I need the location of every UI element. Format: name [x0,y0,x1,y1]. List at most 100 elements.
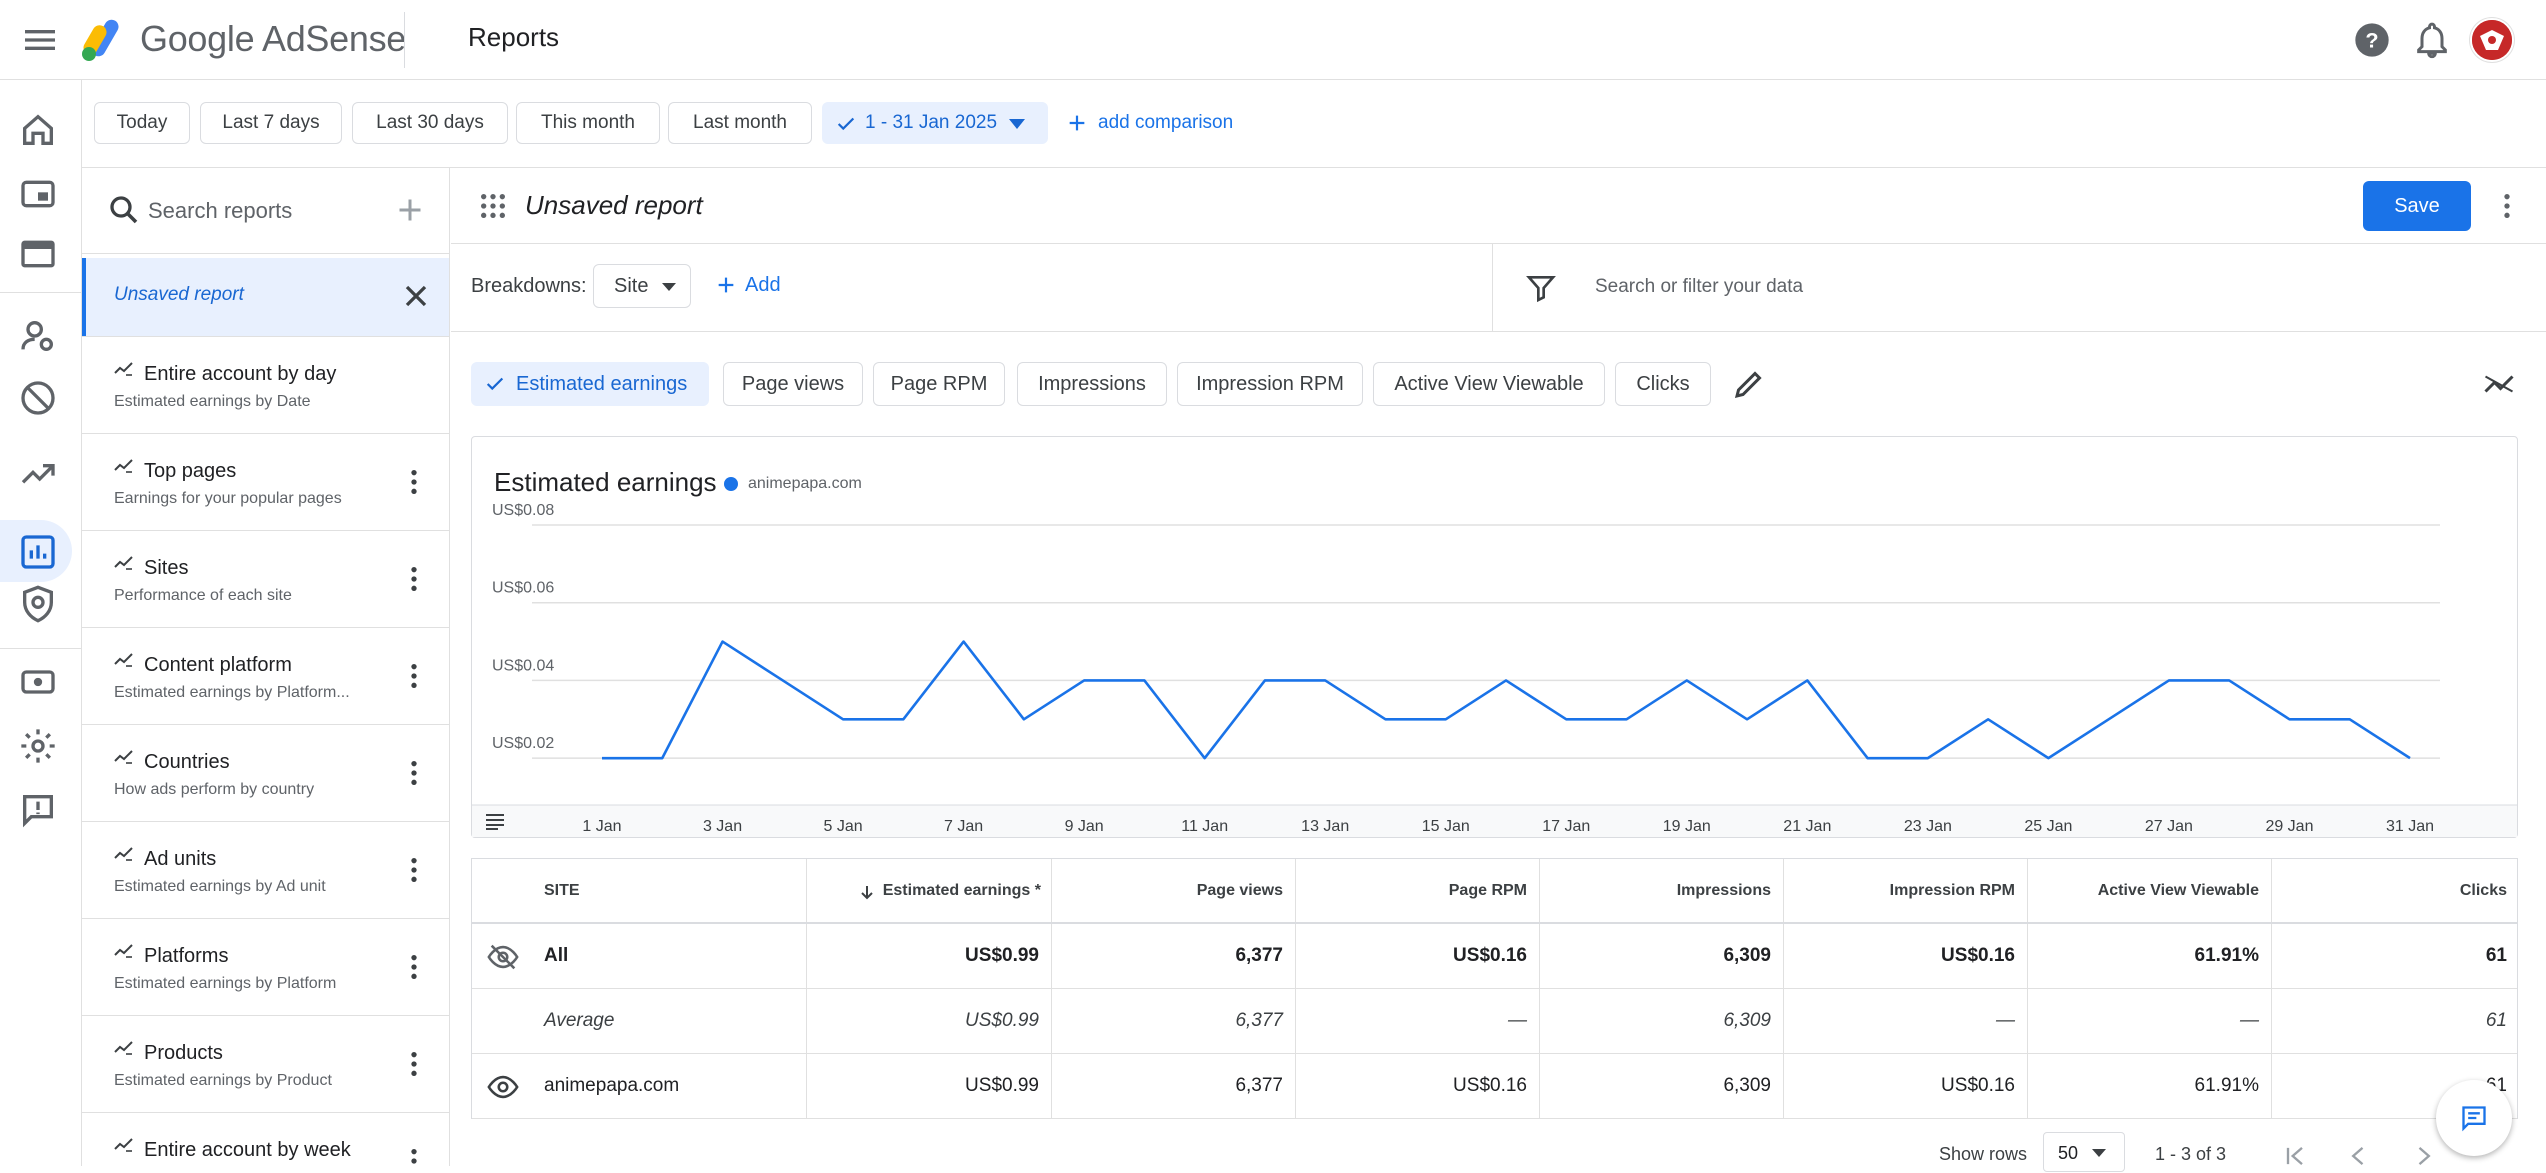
data-point[interactable] [1503,677,1509,683]
data-point[interactable] [720,639,726,645]
metric-chip-impressions[interactable]: Impressions [1017,362,1167,406]
data-point[interactable] [1925,755,1931,761]
metric-chip-impression-rpm[interactable]: Impression RPM [1177,362,1363,406]
date-range-picker[interactable]: 1 - 31 Jan 2025 [822,102,1048,144]
main-menu-icon[interactable] [20,20,60,60]
add-comparison-button[interactable]: add comparison [1062,102,1233,144]
privacy-messaging-icon[interactable] [18,316,58,356]
table-row-total[interactable]: All US$0.99 6,377 US$0.16 6,309 US$0.16 61.91%… [472,924,2517,989]
report-title[interactable]: Unsaved report [525,190,703,221]
metric-chip-active-view-viewable[interactable]: Active View Viewable [1373,362,1605,406]
close-icon[interactable] [398,278,434,314]
filter-input[interactable]: Search or filter your data [1595,276,1803,298]
more-options-icon[interactable] [398,951,430,983]
ads-icon[interactable] [18,174,58,214]
metric-chip-clicks[interactable]: Clicks [1615,362,1711,406]
report-item[interactable]: Products Estimated earnings by Product [82,1015,449,1112]
data-point[interactable] [2226,677,2232,683]
data-point[interactable] [2106,716,2112,722]
add-breakdown-button[interactable]: Add [715,274,781,297]
breakdown-site-dropdown[interactable]: Site [593,264,691,308]
report-item[interactable]: Ad units Estimated earnings by Ad unit [82,821,449,918]
series-line[interactable] [602,640,2411,760]
help-icon[interactable]: ? [2352,20,2392,60]
filter-icon[interactable] [1525,272,1557,304]
new-report-plus-icon[interactable] [392,192,428,228]
data-point[interactable] [1262,677,1268,683]
optimization-icon[interactable] [18,454,58,494]
data-point[interactable] [599,755,605,761]
metric-chip-estimated-earnings[interactable]: Estimated earnings [471,362,709,406]
feedback-icon[interactable] [18,790,58,830]
search-reports[interactable]: Search reports [82,168,449,254]
date-chip-this-month[interactable]: This month [516,102,660,144]
blocking-controls-icon[interactable] [18,378,58,418]
chart-toggle-icon[interactable] [2479,366,2519,402]
data-point[interactable] [1563,716,1569,722]
data-point[interactable] [1322,677,1328,683]
data-point[interactable] [1684,677,1690,683]
more-options-icon[interactable] [2491,188,2523,224]
avatar[interactable] [2470,18,2514,62]
more-options-icon[interactable] [398,466,430,498]
data-point[interactable] [2347,716,2353,722]
table-row-average[interactable]: Average US$0.99 6,377—6,309— —61 [472,989,2517,1054]
report-item[interactable]: Content platform Estimated earnings by Pl… [82,627,449,724]
report-item[interactable]: Top pages Earnings for your popular pages [82,433,449,530]
save-button[interactable]: Save [2363,181,2471,231]
data-point[interactable] [659,755,665,761]
data-point[interactable] [1021,716,1027,722]
data-point[interactable] [900,716,906,722]
notifications-icon[interactable] [2412,20,2452,60]
visibility-icon[interactable] [486,1070,520,1104]
data-point[interactable] [2045,755,2051,761]
metric-chip-page-views[interactable]: Page views [723,362,863,406]
more-options-icon[interactable] [398,563,430,595]
data-point[interactable] [2407,755,2413,761]
edit-metrics-icon[interactable] [1731,366,1767,402]
rows-per-page-select[interactable]: 50 [2043,1132,2125,1172]
data-point[interactable] [1744,716,1750,722]
policy-center-icon[interactable] [18,584,58,624]
data-point[interactable] [1804,677,1810,683]
data-point[interactable] [840,716,846,722]
report-item[interactable]: Entire account by day Estimated earnings … [82,336,449,433]
table-row[interactable]: animepapa.com US$0.99 6,377 US$0.16 6,309 US$… [472,1054,2517,1119]
report-item[interactable]: Countries How ads perform by country [82,724,449,821]
home-icon[interactable] [18,110,58,150]
data-point[interactable] [1985,716,1991,722]
data-point[interactable] [2166,677,2172,683]
data-point[interactable] [961,639,967,645]
date-chip-last-month[interactable]: Last month [668,102,812,144]
data-point[interactable] [780,677,786,683]
data-point[interactable] [1141,677,1147,683]
more-options-icon[interactable] [398,757,430,789]
chart-data-table-icon[interactable] [482,811,508,831]
more-options-icon[interactable] [398,854,430,886]
date-chip-today[interactable]: Today [94,102,190,144]
report-item[interactable]: Sites Performance of each site [82,530,449,627]
more-options-icon[interactable] [398,1145,430,1166]
data-point[interactable] [2286,716,2292,722]
metric-chip-page-rpm[interactable]: Page RPM [873,362,1005,406]
search-input[interactable]: Search reports [148,198,292,224]
data-point[interactable] [1865,755,1871,761]
date-chip-last-7-days[interactable]: Last 7 days [200,102,342,144]
more-options-icon[interactable] [398,1048,430,1080]
report-item[interactable]: Entire account by week [82,1112,449,1166]
data-point[interactable] [1382,716,1388,722]
hide-icon[interactable] [486,940,520,974]
more-options-icon[interactable] [398,660,430,692]
settings-icon[interactable] [18,726,58,766]
data-point[interactable] [1443,716,1449,722]
sites-icon[interactable] [18,234,58,274]
date-chip-last-30-days[interactable]: Last 30 days [352,102,508,144]
apps-grid-icon[interactable] [477,190,509,222]
report-item[interactable]: Platforms Estimated earnings by Platform [82,918,449,1015]
report-item-unsaved[interactable]: Unsaved report [82,258,449,336]
data-point[interactable] [1202,755,1208,761]
payments-icon[interactable] [18,662,58,702]
feedback-chat-button[interactable] [2436,1080,2512,1156]
reports-icon[interactable] [18,532,58,572]
data-point[interactable] [1081,677,1087,683]
